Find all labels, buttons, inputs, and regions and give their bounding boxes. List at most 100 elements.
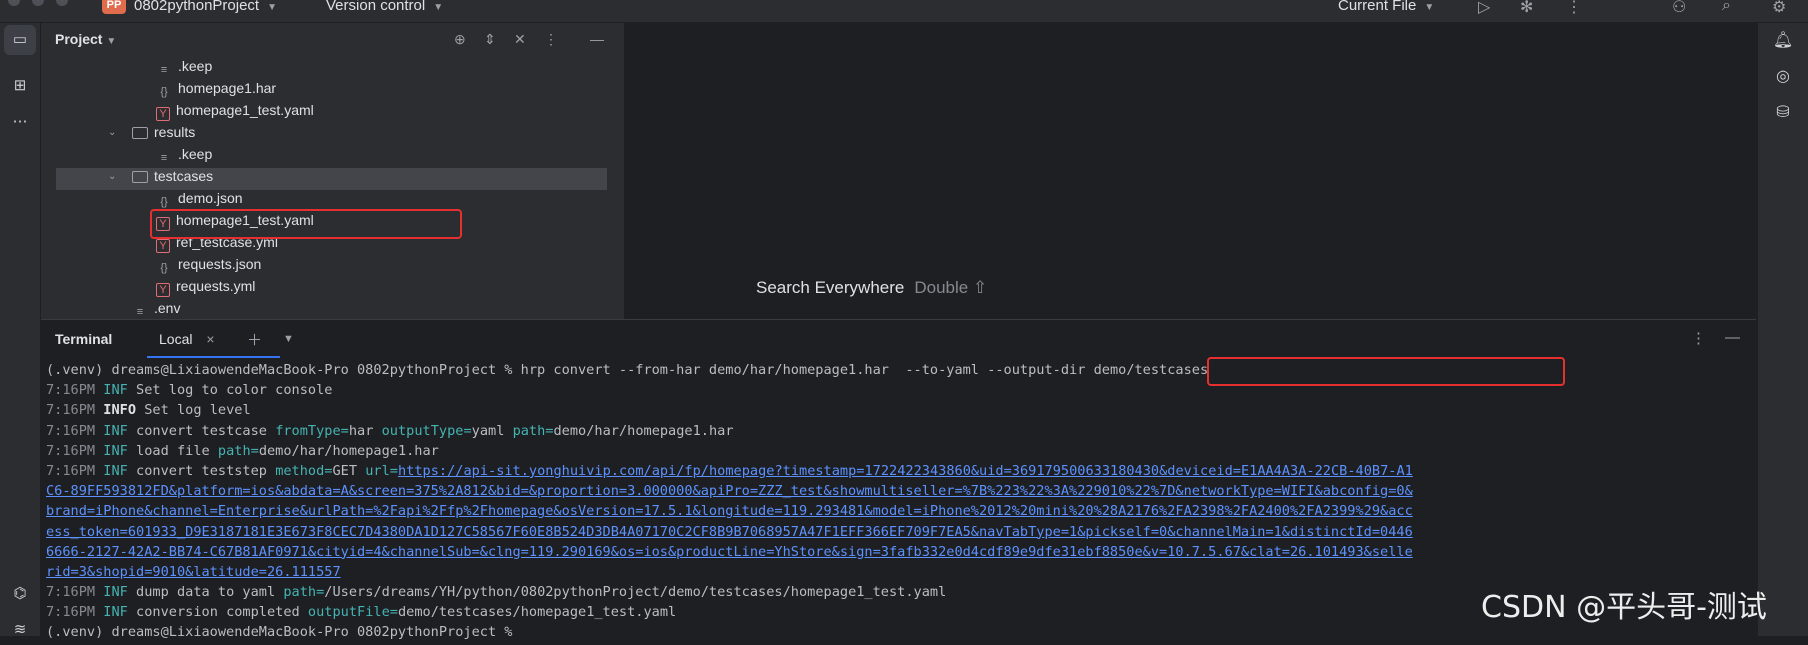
terminal-line: 6666-2127-42A2-BB74-C67B81AF0971&cityid=… [46,542,1751,562]
terminal-line: ess_token=601933_D9E3187181E3E673F8CEC7D… [46,522,1751,542]
tree-item-label: demo.json [178,190,243,206]
notifications-bell-icon[interactable]: 🔔︎ [1768,27,1798,55]
close-window-button[interactable] [8,0,20,6]
tree-item-label: .keep [178,146,213,162]
python-packages-icon[interactable]: ⌬ [4,579,36,609]
search-icon[interactable]: ⌕ [1722,0,1731,15]
chevron-down-icon: ▼ [1424,2,1435,13]
search-shortcut: Double ⇧ [914,278,988,297]
collapse-all-icon[interactable]: ✕ [514,31,526,48]
left-tool-window-bar: ▭ ⊞ ⋯ ⌬ ≋ [0,23,41,638]
project-title-label: Project [55,31,103,47]
ai-assistant-icon[interactable]: ◎ [1768,63,1798,91]
version-control-menu[interactable]: Version control ▼ [326,0,443,14]
request-url-link[interactable]: C6-89FF593812FD&platform=ios&abdata=A&sc… [46,483,1413,499]
tree-item[interactable]: Yrequests.yml [156,275,255,297]
terminal-tab-bar: Terminal Local × ＋ ▼ ⋮ — [41,320,1756,358]
tree-item-label: testcases [154,168,214,184]
request-url-link[interactable]: ess_token=601933_D9E3187181E3E673F8CEC7D… [46,524,1413,540]
tree-item[interactable]: {} demo.json [156,187,243,209]
title-bar: PP 0802pythonProject ▼ Version control ▼ C… [0,0,1808,23]
project-tool-folder-icon[interactable]: ▭ [4,25,36,55]
hide-panel-icon[interactable]: — [590,31,604,47]
yaml-file-icon: Y [156,107,170,121]
chevron-down-icon[interactable]: ⌄ [108,171,116,182]
highlight-box-yaml-file [150,209,462,239]
yaml-file-icon: Y [156,283,170,297]
tree-item[interactable]: ≡ .keep [156,143,212,165]
yaml-file-icon: Y [156,239,170,253]
command-output-dir-arg: --output-dir demo/testcases [987,362,1209,378]
terminal-line: 7:16PM INFO Set log level [46,402,251,419]
tree-item-label: .keep [178,58,213,74]
chevron-down-icon[interactable]: ⌄ [108,127,116,138]
run-icon[interactable]: ▷ [1478,0,1490,17]
folder-icon [132,171,148,183]
request-url-link[interactable]: rid=3&shopid=9010&latitude=26.111557 [46,564,341,580]
editor-area [625,23,1756,319]
more-actions-icon[interactable]: ⋮ [1566,0,1582,17]
project-switcher[interactable]: 0802pythonProject ▼ [134,0,277,14]
tree-item-label: requests.yml [176,278,256,294]
tab-local-label: Local [159,331,193,347]
tab-local[interactable]: Local × [159,331,215,347]
new-tab-plus-icon[interactable]: ＋ [247,329,262,350]
tree-folder[interactable]: results [132,121,195,143]
project-badge[interactable]: PP [102,0,126,14]
terminal-line: brand=iPhone&channel=Enterprise&urlPath=… [46,501,1751,521]
har-file-icon: {} [160,86,168,98]
expand-all-icon[interactable]: ⇕ [484,31,496,48]
run-config-label: Current File [1338,0,1417,14]
tree-item[interactable]: Yhomepage1_test.yaml [156,99,314,121]
json-file-icon: {} [160,262,168,274]
folder-icon [132,127,148,139]
debug-icon[interactable]: ✻ [1520,0,1533,17]
close-tab-icon[interactable]: × [206,331,214,347]
options-icon[interactable]: ⋮ [544,31,558,48]
chevron-down-icon[interactable]: ▼ [283,333,294,345]
project-name: 0802pythonProject [134,0,260,14]
request-url-link[interactable]: brand=iPhone&channel=Enterprise&urlPath=… [46,503,1413,519]
text-file-icon: ≡ [160,64,168,76]
terminal-title: Terminal [55,331,113,347]
locate-file-icon[interactable]: ⊕ [454,31,466,48]
more-tools-icon[interactable]: ⋯ [4,107,36,137]
tree-item[interactable]: ≡ .keep [156,55,212,77]
json-file-icon: {} [160,196,168,208]
terminal-line: C6-89FF593812FD&platform=ios&abdata=A&sc… [46,481,1751,501]
tree-item-label: results [154,124,196,140]
tree-item-label: homepage1.har [178,80,277,96]
hide-terminal-icon[interactable]: — [1725,329,1740,346]
search-everywhere-label: Search Everywhere [756,278,905,297]
text-file-icon: ≡ [136,306,144,318]
database-icon[interactable]: ⛁ [1768,99,1798,127]
tree-item-label: homepage1_test.yaml [176,102,314,118]
run-configuration-selector[interactable]: Current File ▼ [1338,0,1434,14]
project-panel-title[interactable]: Project ▼ [55,31,116,47]
terminal-line: 7:16PM INF convert testcase fromType=har… [46,422,734,439]
structure-icon[interactable]: ⊞ [4,71,36,101]
tree-item-label: requests.json [178,256,262,272]
maximize-window-button[interactable] [56,0,68,6]
tree-item[interactable]: ≡ .env [132,297,181,319]
terminal-options-icon[interactable]: ⋮ [1691,329,1706,347]
tree-item[interactable]: {} homepage1.har [156,77,276,99]
highlight-box-output-dir [1207,357,1565,386]
version-control-label: Version control [326,0,426,14]
chevron-down-icon: ▼ [433,2,444,13]
add-user-icon[interactable]: ⚇ [1672,0,1686,17]
layers-icon[interactable]: ≋ [4,615,36,645]
minimize-window-button[interactable] [32,0,44,6]
watermark: CSDN @平头哥-测试 [1481,590,1767,625]
request-url-link[interactable]: https://api-sit.yonghuivip.com/api/fp/ho… [398,463,1413,479]
settings-icon[interactable]: ⚙ [1772,0,1786,17]
tree-item[interactable]: {} requests.json [156,253,261,275]
request-url-link[interactable]: 6666-2127-42A2-BB74-C67B81AF0971&cityid=… [46,544,1413,560]
tree-folder[interactable]: testcases [132,165,213,187]
right-tool-window-bar: 🔔︎ ◎ ⛁ [1757,23,1808,636]
chevron-down-icon: ▼ [267,2,277,13]
terminal-line: 7:16PM INF convert teststep method=GET u… [46,462,1413,479]
chevron-down-icon: ▼ [106,36,117,47]
text-file-icon: ≡ [160,152,168,164]
terminal-line: 7:16PM INF load file path=demo/har/homep… [46,442,439,459]
